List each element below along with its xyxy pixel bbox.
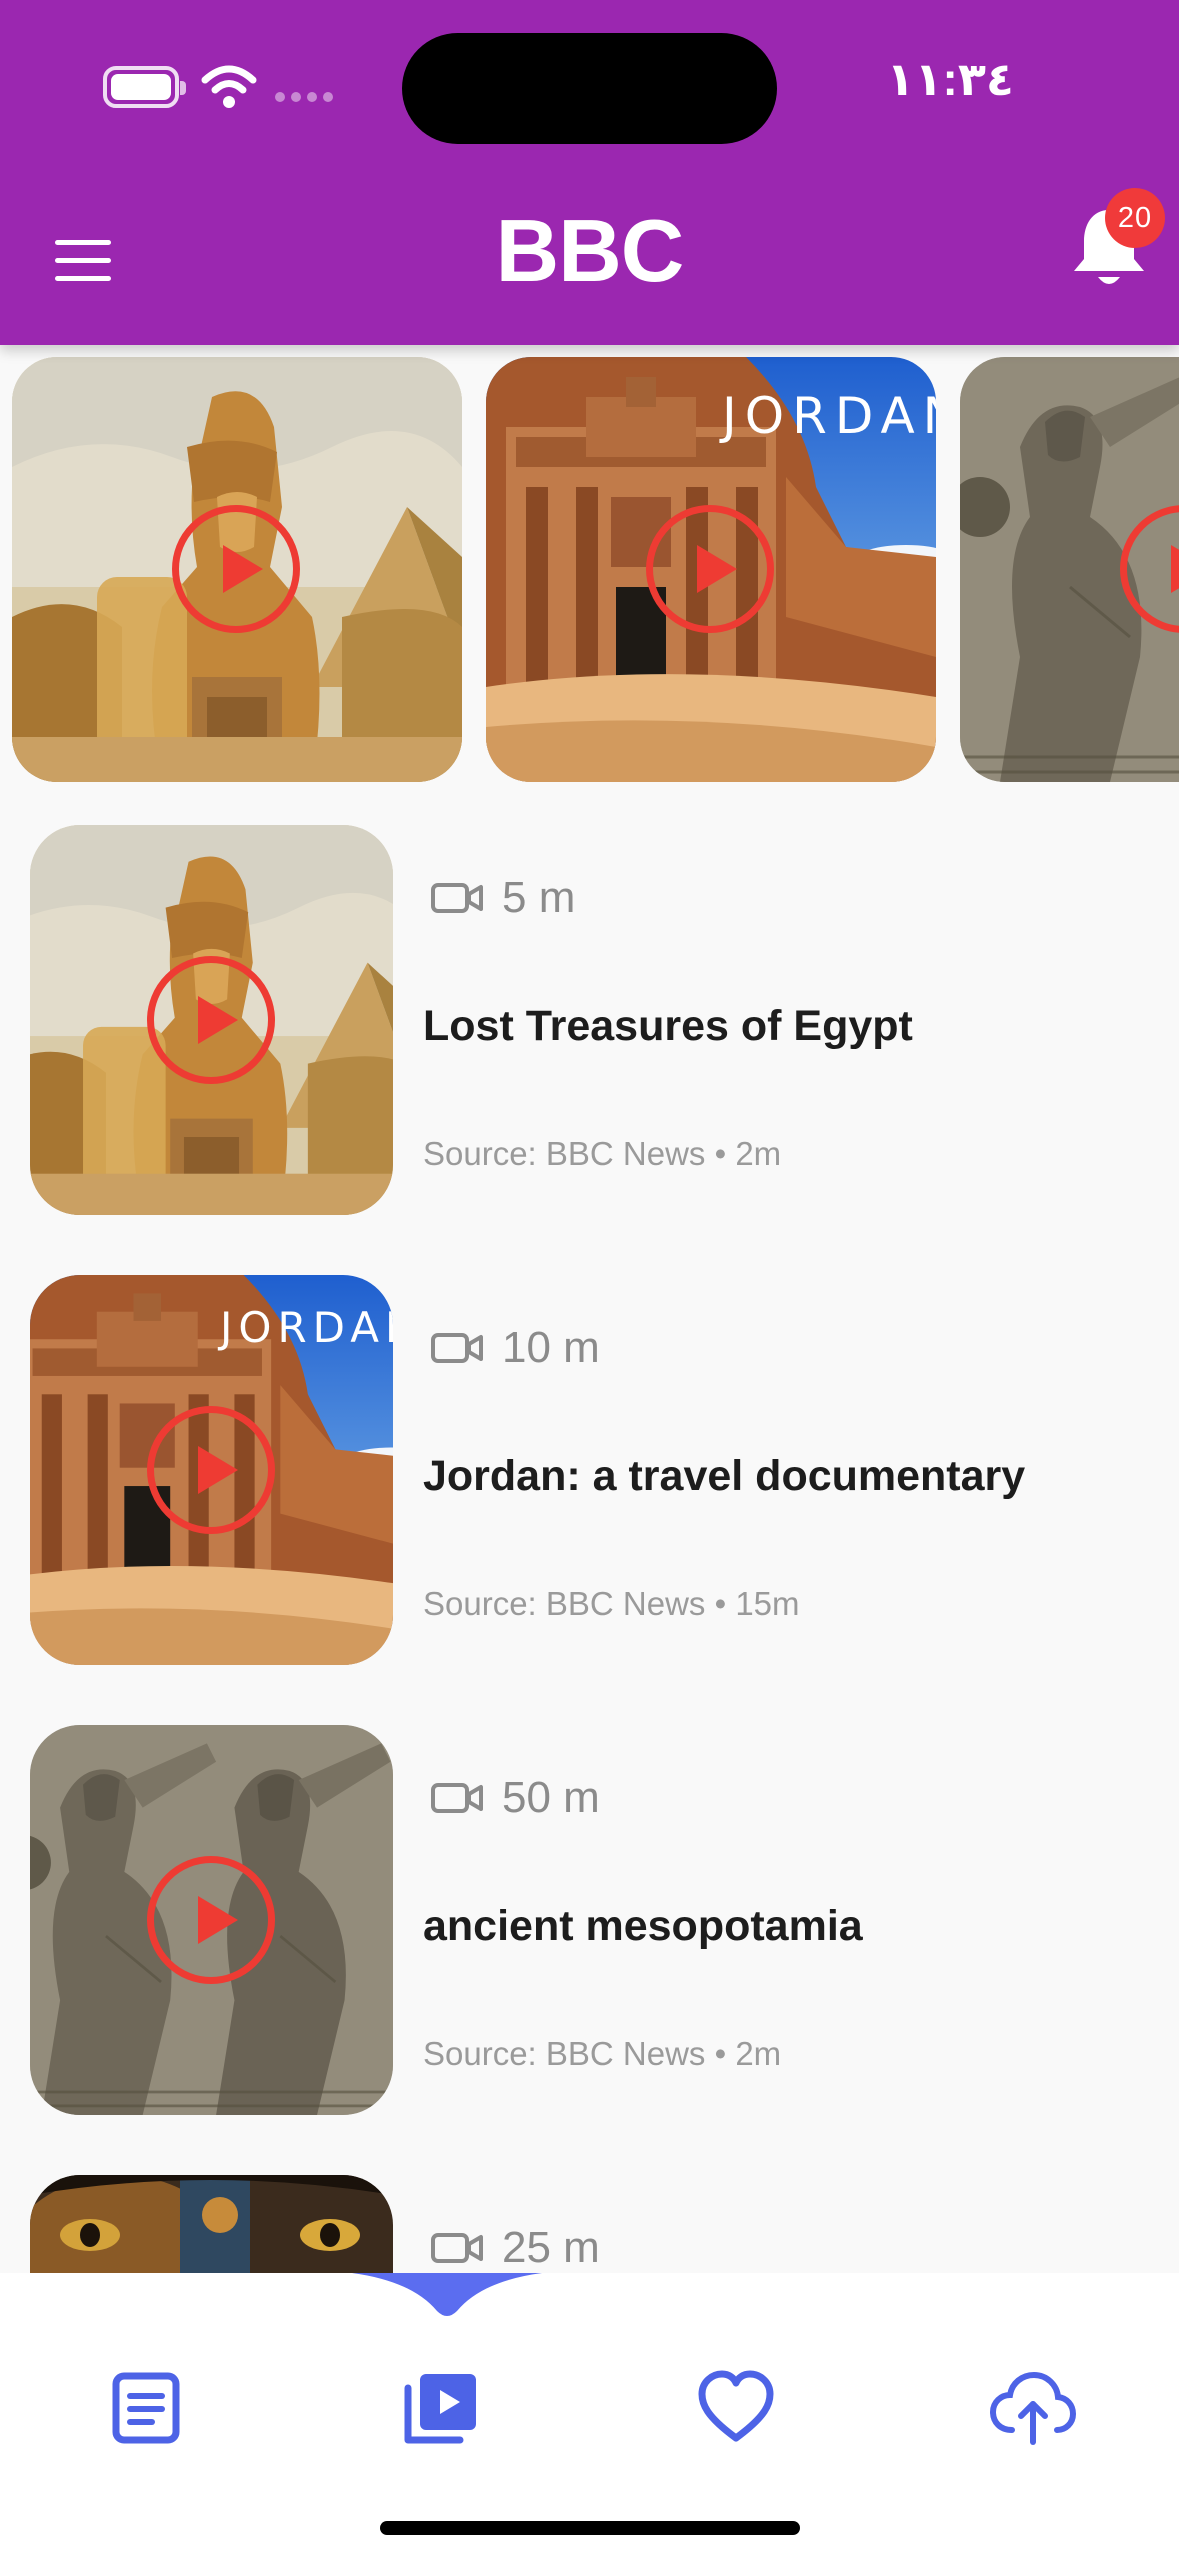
wifi-icon (201, 65, 257, 108)
video-duration: 10 m (502, 1323, 600, 1372)
video-meta: 25 m (430, 2223, 600, 2273)
video-camera-icon (431, 883, 483, 913)
thumbnail-overlay-text: JORDAN (220, 1303, 393, 1352)
status-time: ١١:٣٤ (886, 53, 1014, 105)
play-icon[interactable] (147, 956, 275, 1084)
video-camera-icon (431, 1333, 483, 1363)
video-list-item[interactable]: 50 m ancient mesopotamia Source: BBC New… (0, 1725, 1179, 2115)
video-thumbnail (30, 825, 393, 1215)
video-source: Source: BBC News • 2m (423, 2035, 782, 2072)
video-duration: 5 m (502, 873, 576, 922)
video-thumbnail (30, 1725, 393, 2115)
video-list-item[interactable]: 5 m Lost Treasures of Egypt Source: BBC … (0, 825, 1179, 1215)
carousel-card[interactable] (960, 357, 1179, 782)
featured-carousel[interactable]: JORDAN (0, 357, 1179, 782)
dynamic-island (402, 33, 777, 144)
app-header: ١١:٣٤ BBC 20 (0, 0, 1179, 345)
video-duration: 25 m (502, 2223, 600, 2272)
video-title[interactable]: Lost Treasures of Egypt (423, 1002, 913, 1051)
play-icon[interactable] (147, 1856, 275, 1984)
carousel-card[interactable]: JORDAN (486, 357, 936, 782)
home-indicator[interactable] (380, 2521, 800, 2535)
video-list-item[interactable]: JORDAN 10 m Jordan: a travel documentary… (0, 1275, 1179, 1665)
active-tab-indicator (352, 2273, 542, 2316)
screen: ١١:٣٤ BBC 20 JORDAN (0, 0, 1179, 2556)
play-icon[interactable] (172, 505, 300, 633)
video-source: Source: BBC News • 15m (423, 1585, 800, 1622)
video-meta: 10 m (430, 1323, 600, 1373)
battery-icon (103, 66, 186, 108)
video-thumbnail: JORDAN (30, 1275, 393, 1665)
video-meta: 5 m (430, 873, 575, 923)
video-source: Source: BBC News • 2m (423, 1135, 782, 1172)
thumbnail-overlay-text: JORDAN (722, 387, 936, 445)
video-camera-icon (431, 1783, 483, 1813)
heart-icon[interactable] (696, 2368, 776, 2448)
news-article-icon[interactable] (106, 2368, 186, 2448)
video-library-icon[interactable] (400, 2368, 480, 2448)
cloud-upload-icon[interactable] (988, 2368, 1076, 2448)
video-title[interactable]: Jordan: a travel documentary (423, 1452, 1025, 1501)
video-camera-icon (431, 2233, 483, 2263)
carousel-card[interactable] (12, 357, 462, 782)
play-icon[interactable] (147, 1406, 275, 1534)
video-duration: 50 m (502, 1773, 600, 1822)
video-meta: 50 m (430, 1773, 600, 1823)
video-title[interactable]: ancient mesopotamia (423, 1902, 863, 1951)
cellular-signal-icon (275, 92, 333, 102)
app-logo: BBC (495, 201, 685, 300)
notification-badge: 20 (1105, 188, 1165, 248)
play-icon[interactable] (646, 505, 774, 633)
